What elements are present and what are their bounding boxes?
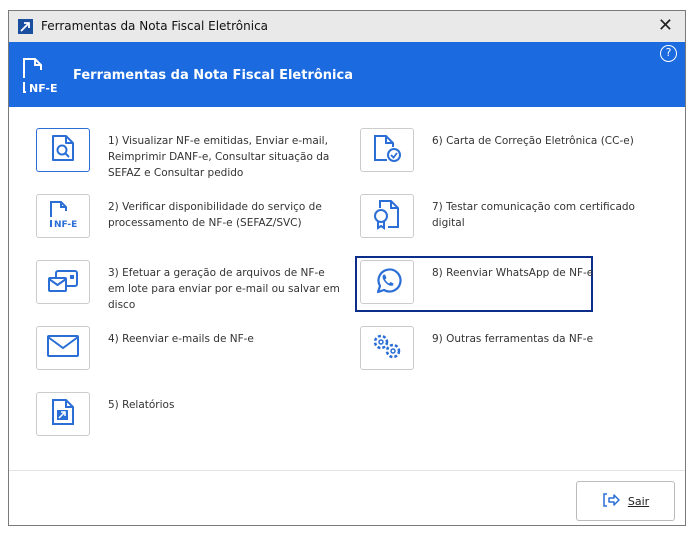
tool-7-button[interactable] (360, 194, 414, 238)
tool-4-label[interactable]: 4) Reenviar e-mails de NF-e (108, 331, 343, 347)
app-icon (18, 19, 33, 34)
title-bar: Ferramentas da Nota Fiscal Eletrônica ✕ (9, 11, 685, 42)
footer-divider (9, 470, 685, 471)
tool-4-button[interactable] (36, 326, 90, 370)
tool-9-button[interactable] (360, 326, 414, 370)
tool-8-button[interactable] (360, 260, 414, 304)
tool-1-button[interactable] (36, 128, 90, 172)
tool-5-label[interactable]: 5) Relatórios (108, 397, 343, 413)
dialog-window: Ferramentas da Nota Fiscal Eletrônica ✕ … (8, 10, 686, 526)
tool-6-button[interactable] (360, 128, 414, 172)
window-title: Ferramentas da Nota Fiscal Eletrônica (41, 19, 269, 33)
svg-text:NF-E: NF-E (54, 220, 77, 229)
svg-text:NF-E: NF-E (29, 82, 57, 94)
document-search-icon (50, 133, 76, 167)
exit-button[interactable]: Sair (576, 481, 675, 521)
help-icon[interactable]: ? (660, 45, 677, 62)
tool-7-label[interactable]: 7) Testar comunicação com certificado di… (432, 199, 667, 231)
gears-icon (370, 331, 404, 365)
exit-arrow-icon (602, 492, 622, 511)
tool-9-label[interactable]: 9) Outras ferramentas da NF-e (432, 331, 667, 347)
tool-3-label[interactable]: 3) Efetuar a geração de arquivos de NF-e… (108, 265, 343, 313)
batch-mail-icon (46, 265, 80, 299)
header-banner: NF-E Ferramentas da Nota Fiscal Eletrôni… (9, 42, 685, 107)
whatsapp-icon (372, 265, 402, 299)
close-icon[interactable]: ✕ (658, 15, 673, 36)
tool-2-label[interactable]: 2) Verificar disponibilidade do serviço … (108, 199, 343, 231)
tool-2-button[interactable]: NF-E (36, 194, 90, 238)
tool-3-button[interactable] (36, 260, 90, 304)
tool-6-label[interactable]: 6) Carta de Correção Eletrônica (CC-e) (432, 133, 667, 149)
tool-1-label[interactable]: 1) Visualizar NF-e emitidas, Enviar e-ma… (108, 133, 343, 181)
envelope-icon (46, 333, 80, 363)
report-icon (50, 397, 76, 431)
certificate-icon (372, 198, 402, 234)
exit-label: Sair (627, 494, 650, 508)
tool-5-button[interactable] (36, 392, 90, 436)
tool-8-label[interactable]: 8) Reenviar WhatsApp de NF-e (432, 265, 667, 281)
nfe-document-icon: NF-E (46, 199, 80, 233)
document-check-icon (372, 133, 402, 167)
header-title: Ferramentas da Nota Fiscal Eletrônica (73, 68, 353, 83)
nfe-logo-icon: NF-E (21, 56, 61, 98)
